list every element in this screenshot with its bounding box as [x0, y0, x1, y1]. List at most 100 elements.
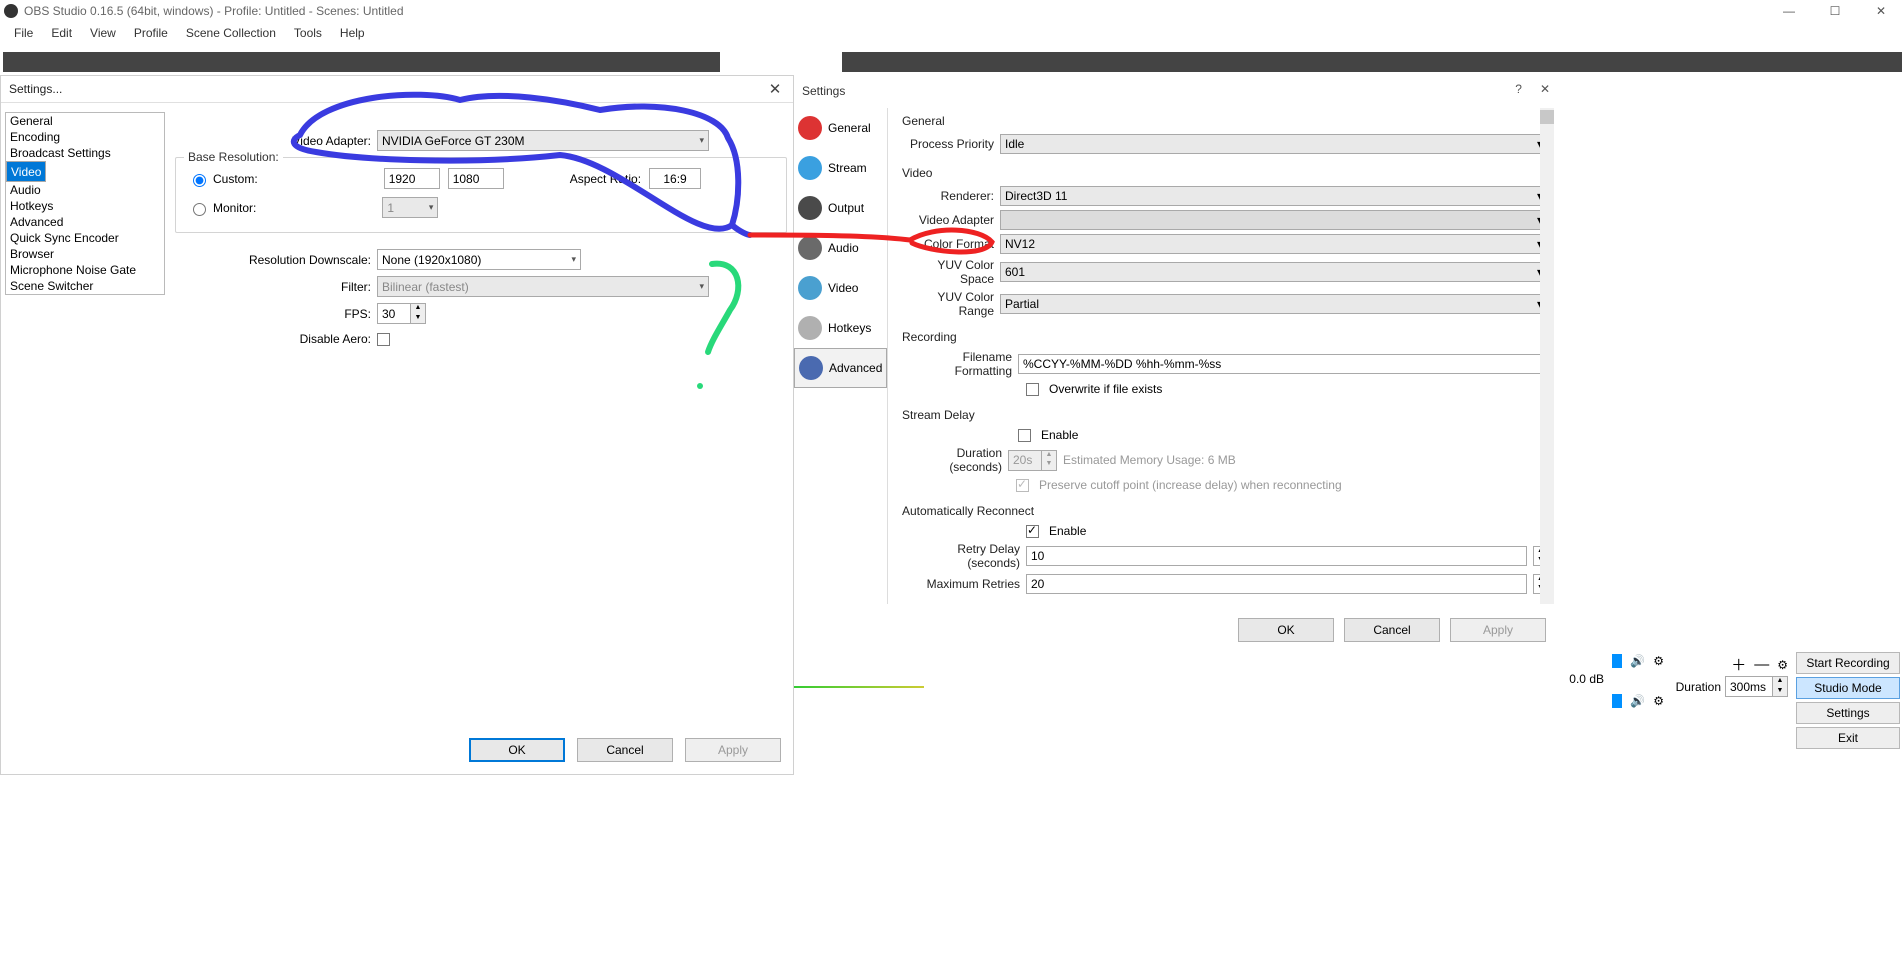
new-close-button[interactable]: ✕ — [1540, 82, 1550, 96]
old-settings-dialog: Settings... ✕ General Encoding Broadcast… — [0, 75, 794, 775]
nav-hotkeys[interactable]: Hotkeys — [6, 198, 164, 214]
delay-enable-checkbox[interactable] — [1018, 429, 1031, 442]
delay-enable-label: Enable — [1041, 428, 1078, 442]
new-settings-content: General Process Priority Idle▾ Video Ren… — [888, 108, 1554, 604]
renderer-select[interactable]: Direct3D 11▾ — [1000, 186, 1548, 206]
cog-icon — [799, 356, 823, 380]
nav-general[interactable]: General — [6, 113, 164, 129]
new-apply-button: Apply — [1450, 618, 1546, 642]
speaker-icon-2[interactable]: 🔊 — [1630, 694, 1645, 708]
color-format-select[interactable]: NV12▾ — [1000, 234, 1548, 254]
video-adapter-select[interactable]: NVIDIA GeForce GT 230M▾ — [377, 130, 709, 151]
new-cancel-button[interactable]: Cancel — [1344, 618, 1440, 642]
settings-button[interactable]: Settings — [1796, 702, 1900, 724]
minus-icon[interactable]: — — [1754, 656, 1769, 673]
close-button[interactable]: ✕ — [1858, 0, 1904, 22]
exit-button[interactable]: Exit — [1796, 727, 1900, 749]
old-settings-close-button[interactable]: ✕ — [763, 80, 787, 100]
menu-edit[interactable]: Edit — [43, 24, 80, 42]
renderer-label: Renderer: — [902, 189, 994, 203]
color-range-label: YUV Color Range — [902, 290, 994, 318]
reconnect-enable-checkbox[interactable] — [1026, 525, 1039, 538]
nav-noise-gate[interactable]: Microphone Noise Gate — [6, 262, 164, 278]
nav-audio[interactable]: Audio — [6, 182, 164, 198]
nav2-stream[interactable]: Stream — [794, 148, 887, 188]
adapter-label: Video Adapter — [902, 213, 994, 227]
speaker-icon[interactable]: 🔊 — [1630, 654, 1645, 668]
color-range-select[interactable]: Partial▾ — [1000, 294, 1548, 314]
max-retries-input[interactable] — [1026, 574, 1527, 594]
retry-delay-input[interactable] — [1026, 546, 1527, 566]
filter-select: Bilinear (fastest)▾ — [377, 276, 709, 297]
gear-icon-2[interactable]: ⚙ — [1653, 694, 1664, 708]
nav2-general[interactable]: General — [794, 108, 887, 148]
main-menubar: File Edit View Profile Scene Collection … — [0, 22, 1904, 44]
adapter-select[interactable]: ▾ — [1000, 210, 1548, 230]
color-space-select[interactable]: 601▾ — [1000, 262, 1548, 282]
section-stream-delay: Stream Delay — [902, 408, 1548, 422]
disable-aero-label: Disable Aero: — [175, 332, 371, 346]
transition-duration-spinner[interactable]: ▲▼ — [1725, 676, 1788, 697]
preserve-cutoff-label: Preserve cutoff point (increase delay) w… — [1039, 478, 1342, 492]
nav-encoding[interactable]: Encoding — [6, 129, 164, 145]
preview-header-right — [842, 52, 1902, 72]
filename-input[interactable] — [1018, 354, 1548, 374]
custom-radio[interactable]: Custom: — [188, 171, 258, 187]
priority-label: Process Priority — [902, 137, 994, 151]
nav2-audio[interactable]: Audio — [794, 228, 887, 268]
headphones-icon — [798, 236, 822, 260]
preview-header-left — [3, 52, 720, 72]
aspect-ratio-label: Aspect Ratio: — [570, 172, 641, 186]
nav2-output[interactable]: Output — [794, 188, 887, 228]
menu-file[interactable]: File — [6, 24, 41, 42]
gear-icon-3[interactable]: ⚙ — [1777, 658, 1788, 672]
fps-up-icon[interactable]: ▲ — [411, 304, 425, 314]
priority-select[interactable]: Idle▾ — [1000, 134, 1548, 154]
start-recording-button[interactable]: Start Recording — [1796, 652, 1900, 674]
disable-aero-checkbox[interactable] — [377, 333, 390, 346]
base-resolution-label: Base Resolution: — [184, 150, 283, 164]
menu-scene-collection[interactable]: Scene Collection — [178, 24, 284, 42]
menu-view[interactable]: View — [82, 24, 124, 42]
retry-delay-label: Retry Delay (seconds) — [902, 542, 1020, 570]
nav2-hotkeys[interactable]: Hotkeys — [794, 308, 887, 348]
overwrite-checkbox[interactable] — [1026, 383, 1039, 396]
scrollbar-thumb[interactable] — [1540, 110, 1554, 124]
nav-browser[interactable]: Browser — [6, 246, 164, 262]
monitor-icon — [798, 276, 822, 300]
studio-mode-button[interactable]: Studio Mode — [1796, 677, 1900, 699]
window-titlebar: OBS Studio 0.16.5 (64bit, windows) - Pro… — [0, 0, 1904, 22]
delay-memory-label: Estimated Memory Usage: 6 MB — [1063, 453, 1236, 467]
nav-quicksync[interactable]: Quick Sync Encoder — [6, 230, 164, 246]
maximize-button[interactable]: ☐ — [1812, 0, 1858, 22]
delay-duration-spinner: ▲▼ — [1008, 450, 1057, 471]
nav-advanced[interactable]: Advanced — [6, 214, 164, 230]
nav2-advanced[interactable]: Advanced — [794, 348, 887, 388]
minimize-button[interactable]: — — [1766, 0, 1812, 22]
nav2-video[interactable]: Video — [794, 268, 887, 308]
downscale-select[interactable]: None (1920x1080)▾ — [377, 249, 581, 270]
fps-down-icon[interactable]: ▼ — [411, 314, 425, 324]
custom-width-input[interactable] — [384, 168, 440, 189]
help-button[interactable]: ? — [1515, 82, 1522, 96]
menu-help[interactable]: Help — [332, 24, 373, 42]
old-settings-title: Settings... — [1, 76, 793, 103]
new-ok-button[interactable]: OK — [1238, 618, 1334, 642]
menu-tools[interactable]: Tools — [286, 24, 330, 42]
nav-scene-switcher[interactable]: Scene Switcher — [6, 278, 164, 294]
old-cancel-button[interactable]: Cancel — [577, 738, 673, 762]
custom-height-input[interactable] — [448, 168, 504, 189]
menu-profile[interactable]: Profile — [126, 24, 176, 42]
monitor-radio[interactable]: Monitor: — [188, 200, 256, 216]
nav-broadcast[interactable]: Broadcast Settings — [6, 145, 164, 161]
nav-video[interactable]: Video — [6, 161, 46, 182]
plus-icon[interactable]: ＋ — [1731, 654, 1746, 675]
fps-spinner[interactable]: ▲▼ — [377, 303, 426, 324]
downscale-label: Resolution Downscale: — [175, 253, 371, 267]
reconnect-enable-label: Enable — [1049, 524, 1086, 538]
old-ok-button[interactable]: OK — [469, 738, 565, 762]
audio-meter — [794, 686, 924, 688]
gear-icon-1[interactable]: ⚙ — [1653, 654, 1664, 668]
window-title: OBS Studio 0.16.5 (64bit, windows) - Pro… — [24, 4, 404, 18]
old-settings-content: Video Adapter: NVIDIA GeForce GT 230M▾ B… — [175, 112, 787, 734]
